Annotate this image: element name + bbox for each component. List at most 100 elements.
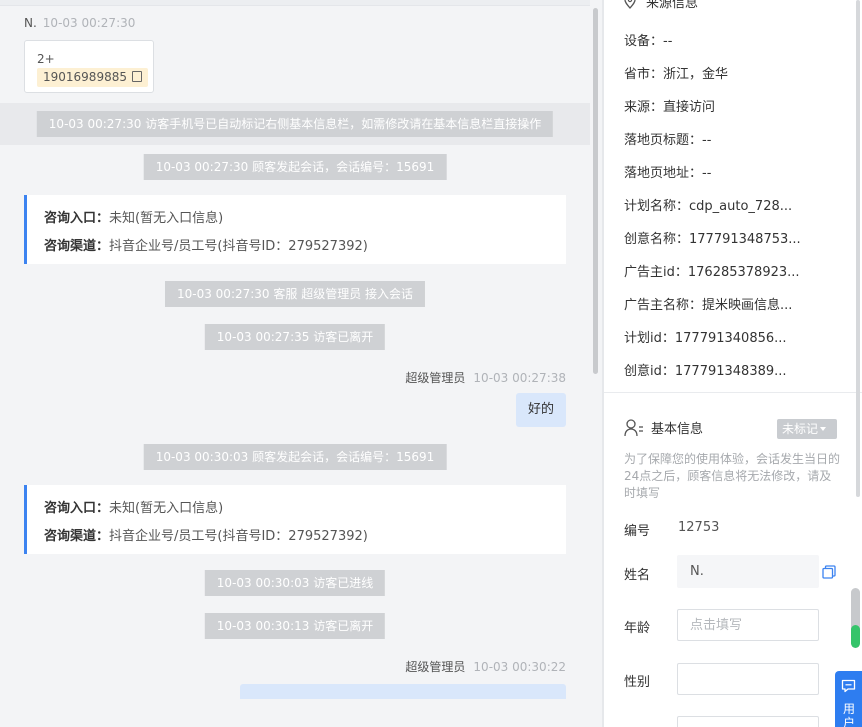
source-row-value: -- [702,133,712,148]
source-row-landing-url: 落地页地址：-- [624,162,810,181]
agent-message-time: 10-03 00:30:22 [473,660,566,674]
id-value: 12753 [678,520,720,535]
system-message: 10-03 00:27:30 访客手机号已自动标记右侧基本信息栏，如需修改请在基… [36,111,554,137]
source-row-plan-id: 计划id：177791340856... [624,327,810,346]
source-row-device: 设备：-- [624,30,810,49]
edit-notice: 为了保障您的使用体验，会话发生当日的24点之后，顾客信息将无法修改，请及时填写 [624,452,841,500]
system-message: 10-03 00:30:03 访客已进线 [204,570,386,596]
consult-info-card: 咨询入口：未知(暂无入口信息) 咨询渠道：抖音企业号/员工号(抖音号ID：279… [24,485,566,554]
source-row-value: 177791340856... [674,331,787,346]
source-row-value: cdp_auto_728... [689,199,793,214]
source-row-label: 落地页标题： [624,133,703,148]
source-row-value: 177791348753... [689,232,801,247]
consult-entry-label: 咨询入口： [44,211,110,226]
agent-message-time: 10-03 00:27:38 [473,371,566,385]
source-info-header: 来源信息 [624,0,698,11]
section-divider [604,392,862,393]
chat-panel: N. 10-03 00:27:30 2+ 19016989885 10-03 00… [0,0,602,699]
id-label: 编号 [624,524,651,539]
agent-message-bubble-partial[interactable] [240,684,566,699]
system-message: 10-03 00:27:35 访客已离开 [204,324,386,350]
consult-channel-value: 抖音企业号/员工号(抖音号ID：279527392) [109,239,368,254]
source-info-title: 来源信息 [646,0,699,11]
source-row-value: -- [702,166,712,181]
tag-dropdown-label: 未标记 [782,422,819,436]
source-row-label: 创意名称： [624,232,690,247]
system-message: 10-03 00:27:30 客服 超级管理员 接入会话 [164,281,426,307]
source-row-label: 设备： [624,34,664,49]
copy-icon[interactable] [131,71,142,82]
contact-card-line: 2+ [37,52,55,66]
gender-label: 性别 [624,675,651,690]
system-message: 10-03 00:30:13 访客已离开 [204,613,386,639]
agent-name: 超级管理员 [405,660,466,674]
consult-entry-label: 咨询入口： [44,501,110,516]
age-input[interactable] [677,609,819,641]
source-row-value: 浙江，金华 [663,67,729,82]
consult-info-card: 咨询入口：未知(暂无入口信息) 咨询渠道：抖音企业号/员工号(抖音号ID：279… [24,195,566,264]
source-row-label: 创意id： [624,364,675,379]
source-row-creative-id: 创意id：177791348389... [624,360,810,379]
source-row-label: 来源： [624,100,664,115]
source-row-value: 提米映画信息... [702,298,793,313]
user-float-button-label: 用户 [843,702,856,727]
source-row-label: 计划名称： [624,199,690,214]
user-float-button[interactable]: 用户 [835,671,862,727]
source-row-landing-title: 落地页标题：-- [624,129,810,148]
consult-channel-label: 咨询渠道： [44,529,110,544]
agent-sender-line: 超级管理员 10-03 00:30:22 [405,658,566,675]
customer-info-panel: 来源信息 设备：-- 省市：浙江，金华 来源：直接访问 落地页标题：-- 落地页… [604,0,862,727]
age-label: 年龄 [624,621,651,636]
agent-sender-line: 超级管理员 10-03 00:27:38 [405,369,566,386]
consult-entry-value: 未知(暂无入口信息) [109,501,224,516]
source-row-label: 广告主名称： [624,298,703,313]
source-row-label: 落地页地址： [624,166,703,181]
level-indicator [851,588,860,648]
consult-entry-row: 咨询入口：未知(暂无入口信息) [44,497,223,516]
consult-channel-label: 咨询渠道： [44,239,110,254]
app: N. 10-03 00:27:30 2+ 19016989885 10-03 00… [0,0,862,727]
phone-highlight[interactable]: 19016989885 [37,68,148,87]
phone-number: 19016989885 [43,70,127,84]
source-row-value: 177791348389... [674,364,787,379]
system-message: 10-03 00:30:03 顾客发起会话，会话编号：15691 [143,444,447,470]
consult-entry-row: 咨询入口：未知(暂无入口信息) [44,207,223,226]
visitor-sender-line: N. 10-03 00:27:30 [24,16,135,30]
source-row-value: 直接访问 [663,100,716,115]
chat-top-edge [0,0,590,6]
consult-channel-value: 抖音企业号/员工号(抖音号ID：279527392) [109,529,368,544]
chat-bottom-bar [0,699,602,727]
source-row-origin: 来源：直接访问 [624,96,810,115]
consult-channel-row: 咨询渠道：抖音企业号/员工号(抖音号ID：279527392) [44,235,368,254]
level-indicator-fill [851,625,860,648]
agent-message-bubble[interactable]: 好的 [515,393,566,427]
contact-card: 2+ 19016989885 [24,40,154,93]
source-row-advertiser-name: 广告主名称：提米映画信息... [624,294,810,313]
source-row-value: 176285378923... [687,265,800,280]
agent-name: 超级管理员 [405,371,466,385]
source-row-advertiser-id: 广告主id：176285378923... [624,261,810,280]
source-row-label: 广告主id： [624,265,688,280]
caret-down-icon [820,427,827,431]
chat-bubble-icon [841,679,856,693]
visitor-message-time: 10-03 00:27:30 [42,16,136,30]
source-row-value: -- [663,34,673,49]
basic-info-title: 基本信息 [651,422,704,437]
chat-scrollbar-thumb[interactable] [593,8,598,374]
next-field-input[interactable] [677,716,819,727]
source-row-plan-name: 计划名称：cdp_auto_728... [624,195,810,214]
source-row-label: 计划id： [624,331,675,346]
consult-channel-row: 咨询渠道：抖音企业号/员工号(抖音号ID：279527392) [44,525,368,544]
source-row-region: 省市：浙江，金华 [624,63,810,82]
copy-icon[interactable] [822,565,836,579]
gender-input[interactable] [677,663,819,695]
basic-info-header: 基本信息 [624,418,703,437]
location-pin-icon [624,0,636,9]
name-field[interactable]: N. [677,555,819,588]
user-icon [624,419,643,437]
visitor-name: N. [24,16,37,30]
source-row-label: 省市： [624,67,664,82]
system-message: 10-03 00:27:30 顾客发起会话，会话编号：15691 [143,154,447,180]
panel-scrollbar[interactable] [856,0,860,497]
tag-dropdown[interactable]: 未标记 [777,419,837,439]
